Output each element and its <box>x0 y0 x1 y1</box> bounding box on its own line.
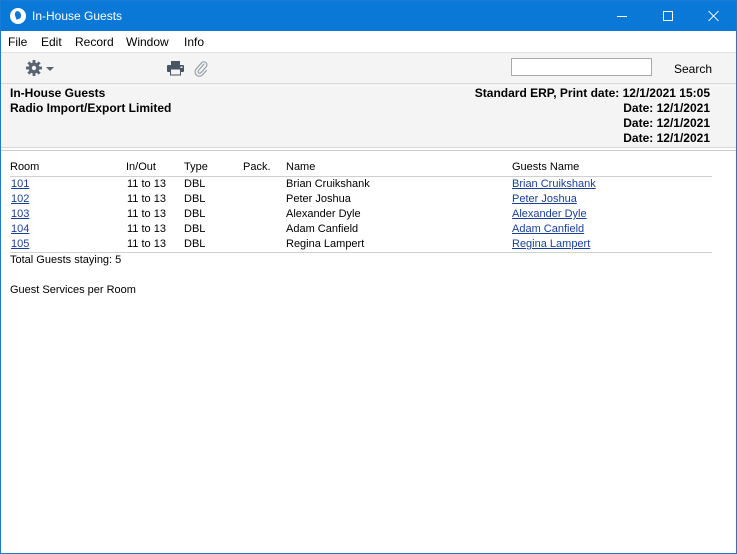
paperclip-icon[interactable] <box>194 60 208 77</box>
app-logo-icon[interactable] <box>10 8 26 24</box>
menu-window[interactable]: Window <box>126 35 169 49</box>
total-guests: Total Guests staying: 5 <box>10 254 122 266</box>
divider <box>1 150 736 151</box>
table-row: 102 11 to 13 DBL Peter Joshua Peter Josh… <box>1 193 736 208</box>
company-name: Radio Import/Export Limited <box>10 101 172 115</box>
maximize-button[interactable] <box>645 1 691 31</box>
inout-cell: 11 to 13 <box>127 223 166 235</box>
name-cell: Brian Cruikshank <box>286 178 370 190</box>
toolbar: Search <box>1 52 736 83</box>
name-cell: Peter Joshua <box>286 193 351 205</box>
menu-info[interactable]: Info <box>184 35 204 49</box>
report-header-right: Standard ERP, Print date: 12/1/2021 15:0… <box>475 86 710 146</box>
guest-name-link[interactable]: Alexander Dyle <box>512 208 587 220</box>
menu-file[interactable]: File <box>8 35 27 49</box>
inout-cell: 11 to 13 <box>127 193 166 205</box>
report-header: In-House Guests Radio Import/Export Limi… <box>1 83 736 148</box>
report-date: Date: 12/1/2021 <box>623 101 710 115</box>
table-header-divider <box>10 176 712 177</box>
maximize-icon <box>663 11 673 21</box>
window-title: In-House Guests <box>32 9 123 23</box>
column-header-name: Name <box>286 161 316 173</box>
section-title: Guest Services per Room <box>10 284 136 296</box>
name-cell: Alexander Dyle <box>286 208 361 220</box>
room-link[interactable]: 103 <box>11 208 29 220</box>
name-cell: Adam Canfield <box>286 223 359 235</box>
printer-icon[interactable] <box>167 61 184 76</box>
column-header-guests-name: Guests Name <box>512 161 580 173</box>
column-header-pack: Pack. <box>243 161 271 173</box>
window: In-House Guests File Edit Record Window … <box>0 0 737 554</box>
search-input[interactable] <box>511 58 652 76</box>
report-date: Date: 12/1/2021 <box>623 131 710 145</box>
table-row: 101 11 to 13 DBL Brian Cruikshank Brian … <box>1 178 736 193</box>
guest-name-link[interactable]: Regina Lampert <box>512 238 590 250</box>
table-row: 105 11 to 13 DBL Regina Lampert Regina L… <box>1 238 736 253</box>
guest-name-link[interactable]: Adam Canfield <box>512 223 584 235</box>
column-header-inout: In/Out <box>126 161 156 173</box>
table-row: 104 11 to 13 DBL Adam Canfield Adam Canf… <box>1 223 736 238</box>
gear-icon[interactable] <box>25 59 43 77</box>
column-header-room: Room <box>10 161 40 173</box>
menu-record[interactable]: Record <box>75 35 114 49</box>
title-bar[interactable]: In-House Guests <box>1 1 736 31</box>
minimize-icon <box>617 15 627 17</box>
search-button[interactable]: Search <box>674 62 712 76</box>
name-cell: Regina Lampert <box>286 238 365 250</box>
chevron-down-icon[interactable] <box>46 67 54 71</box>
report-date: Date: 12/1/2021 <box>623 116 710 130</box>
room-link[interactable]: 101 <box>11 178 29 190</box>
table-row: 103 11 to 13 DBL Alexander Dyle Alexande… <box>1 208 736 223</box>
close-icon <box>708 10 720 22</box>
table-footer-divider <box>10 252 712 253</box>
column-header-type: Type <box>184 161 208 173</box>
inout-cell: 11 to 13 <box>127 208 166 220</box>
menu-edit[interactable]: Edit <box>41 35 62 49</box>
guest-name-link[interactable]: Brian Cruikshank <box>512 178 596 190</box>
close-button[interactable] <box>691 1 737 31</box>
type-cell: DBL <box>184 193 206 205</box>
room-link[interactable]: 104 <box>11 223 29 235</box>
type-cell: DBL <box>184 208 206 220</box>
report-title: In-House Guests <box>10 86 106 100</box>
menu-bar: File Edit Record Window Info <box>1 31 736 52</box>
type-cell: DBL <box>184 238 206 250</box>
print-date: Standard ERP, Print date: 12/1/2021 15:0… <box>474 86 710 100</box>
report-header-left: In-House Guests Radio Import/Export Limi… <box>10 86 171 116</box>
inout-cell: 11 to 13 <box>127 238 166 250</box>
room-link[interactable]: 105 <box>11 238 29 250</box>
type-cell: DBL <box>184 223 206 235</box>
type-cell: DBL <box>184 178 206 190</box>
inout-cell: 11 to 13 <box>127 178 166 190</box>
minimize-button[interactable] <box>599 1 645 31</box>
guest-name-link[interactable]: Peter Joshua <box>512 193 577 205</box>
room-link[interactable]: 102 <box>11 193 29 205</box>
